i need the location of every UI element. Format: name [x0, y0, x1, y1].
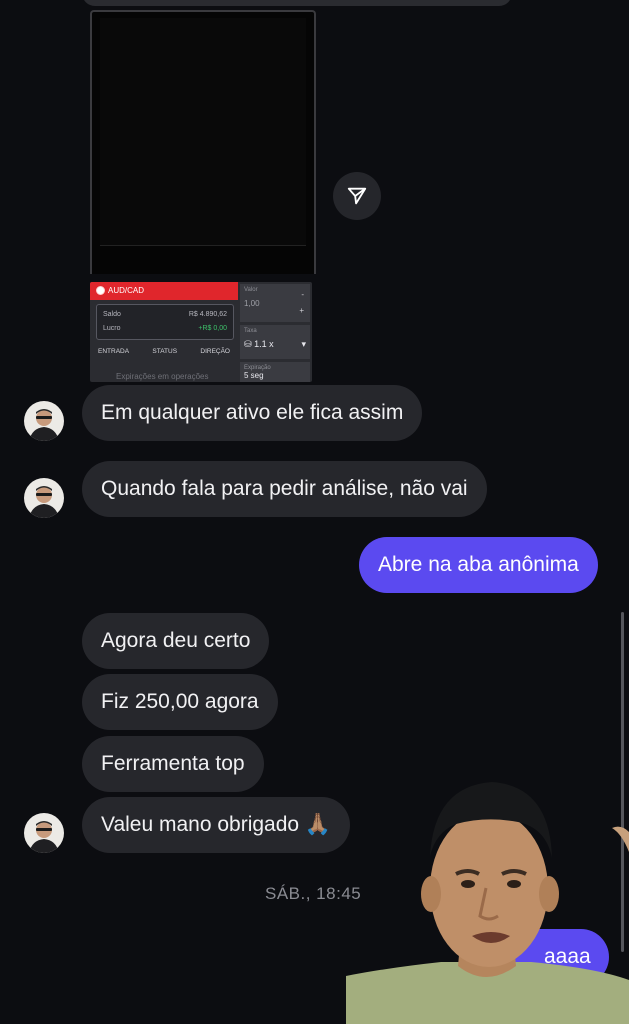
message-bubble-sent[interactable]: Abre na aba anônima [359, 537, 598, 593]
col-direcao: DIREÇÃO [200, 348, 230, 355]
lucro-value: +R$ 0,00 [198, 325, 227, 332]
asset-header: AUD/CAD [90, 282, 238, 300]
screenshot-dark-area [100, 18, 306, 246]
col-entrada: ENTRADA [98, 348, 130, 355]
avatar[interactable] [24, 401, 64, 441]
facecam-overlay [346, 782, 629, 1024]
asset-pair: AUD/CAD [108, 286, 145, 295]
saldo-label: Saldo [103, 311, 121, 318]
chevron-down-icon[interactable]: ▾ [301, 339, 306, 350]
message-bubble[interactable]: Valeu mano obrigado 🙏🏽 [82, 797, 351, 853]
message-bubble[interactable]: Quando fala para pedir análise, não vai [82, 461, 487, 517]
valor-label: Valor [244, 287, 258, 293]
message-bubble[interactable]: Em qualquer ativo ele fica assim [82, 385, 423, 441]
expiration-footer: Expirações em operações [116, 372, 209, 381]
avatar-photo [29, 409, 59, 441]
expiracao-value: 5 seg [244, 371, 264, 380]
minus-button[interactable]: - [301, 290, 304, 299]
avatar-photo [29, 821, 59, 853]
message-bubble[interactable]: Fiz 250,00 agora [82, 674, 278, 730]
expiracao-panel: Expiração 5 seg [240, 362, 310, 382]
plus-button[interactable]: + [299, 306, 304, 315]
share-icon [347, 187, 367, 205]
balance-box: Saldo R$ 4.890,62 Lucro +R$ 0,00 [96, 304, 234, 340]
trading-panel-attachment: AUD/CAD Saldo R$ 4.890,62 Lucro +R$ 0,00… [90, 282, 312, 382]
attached-screenshot[interactable] [90, 10, 316, 274]
avatar[interactable] [24, 478, 64, 518]
taxa-panel: Taxa ⛁ 1.1 x ▾ [240, 325, 310, 359]
previous-message-bubble [82, 0, 512, 6]
lucro-label: Lucro [103, 325, 121, 332]
valor-panel: Valor 1,00 - + [240, 284, 310, 322]
message-bubble[interactable]: Agora deu certo [82, 613, 270, 669]
multiplier-value[interactable]: 1.1 x [254, 339, 274, 349]
trade-columns: ENTRADA STATUS DIREÇÃO [98, 348, 230, 355]
avatar[interactable] [24, 813, 64, 853]
message-bubble[interactable]: Ferramenta top [82, 736, 264, 792]
saldo-value: R$ 4.890,62 [188, 311, 227, 318]
coins-icon: ⛁ [244, 339, 252, 349]
share-button[interactable] [333, 172, 381, 220]
avatar-photo [29, 486, 59, 518]
flag-icon [96, 286, 105, 295]
col-status: STATUS [152, 348, 178, 355]
taxa-label: Taxa [244, 328, 257, 334]
valor-value: 1,00 [244, 299, 260, 308]
